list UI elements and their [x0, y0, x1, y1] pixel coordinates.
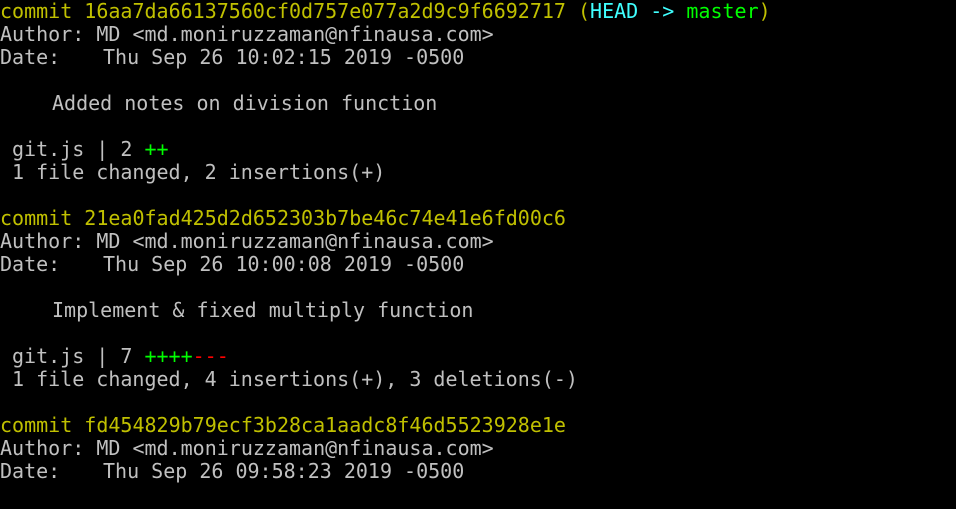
branch-ref: master: [686, 0, 759, 23]
date-line: Date: Thu Sep 26 10:02:15 2019 -0500: [0, 46, 956, 69]
author-value: MD <md.moniruzzaman@nfinausa.com>: [96, 229, 494, 253]
commit-hash: fd454829b79ecf3b28ca1aadc8f46d5523928e1e: [84, 413, 566, 437]
author-label: Author:: [0, 229, 85, 253]
author-line: Author: MD <md.moniruzzaman@nfinausa.com…: [0, 23, 956, 46]
date-value: Thu Sep 26 10:00:08 2019 -0500: [103, 252, 465, 276]
date-value: Thu Sep 26 10:02:15 2019 -0500: [103, 45, 465, 69]
refs-open: (: [577, 0, 591, 23]
terminal-window[interactable]: commit 16aa7da66137560cf0d757e077a2d9c9f…: [0, 0, 956, 509]
date-label: Date:: [0, 45, 61, 69]
author-line: Author: MD <md.moniruzzaman@nfinausa.com…: [0, 437, 956, 460]
commit-keyword: commit: [0, 413, 73, 437]
diffstat-file: git.js | 2: [12, 137, 133, 161]
date-line: Date: Thu Sep 26 09:58:23 2019 -0500: [0, 460, 956, 483]
diffstat-line: git.js | 7 ++++---: [0, 345, 956, 368]
head-ref: HEAD ->: [590, 0, 675, 23]
commit-hash: 21ea0fad425d2d652303b7be46c74e41e6fd00c6: [84, 206, 566, 230]
commit-hash: 16aa7da66137560cf0d757e077a2d9c9f6692717: [84, 0, 566, 23]
diffstat-line: git.js | 2 ++: [0, 138, 956, 161]
diffstat-insertions: ++: [144, 137, 169, 161]
date-line: Date: Thu Sep 26 10:00:08 2019 -0500: [0, 253, 956, 276]
author-value: MD <md.moniruzzaman@nfinausa.com>: [96, 22, 494, 46]
author-label: Author:: [0, 22, 85, 46]
diffstat-summary: 1 file changed, 2 insertions(+): [12, 160, 386, 184]
commit-keyword: commit: [0, 0, 73, 23]
commit-keyword: commit: [0, 206, 73, 230]
commit-message: Implement & fixed multiply function: [52, 298, 474, 322]
commit-message: Added notes on division function: [52, 91, 438, 115]
diffstat-insertions: ++++: [144, 344, 193, 368]
diffstat-summary: 1 file changed, 4 insertions(+), 3 delet…: [12, 367, 578, 391]
commit-header: commit 16aa7da66137560cf0d757e077a2d9c9f…: [0, 0, 956, 23]
date-label: Date:: [0, 252, 61, 276]
date-label: Date:: [0, 459, 61, 483]
date-value: Thu Sep 26 09:58:23 2019 -0500: [103, 459, 465, 483]
author-value: MD <md.moniruzzaman@nfinausa.com>: [96, 436, 494, 460]
refs-close: ): [758, 0, 771, 23]
commit-header: commit fd454829b79ecf3b28ca1aadc8f46d552…: [0, 414, 956, 437]
author-line: Author: MD <md.moniruzzaman@nfinausa.com…: [0, 230, 956, 253]
author-label: Author:: [0, 436, 85, 460]
diffstat-deletions: ---: [192, 344, 229, 368]
diffstat-file: git.js | 7: [12, 344, 133, 368]
commit-header: commit 21ea0fad425d2d652303b7be46c74e41e…: [0, 207, 956, 230]
